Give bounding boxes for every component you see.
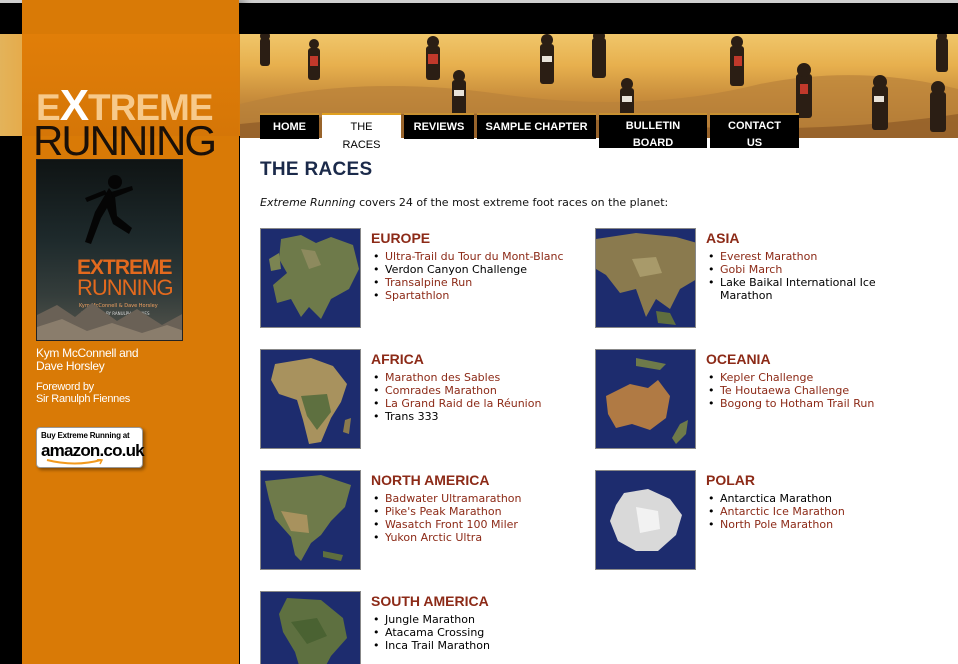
north-america-map-image[interactable] — [260, 470, 361, 570]
race-link[interactable]: Spartathlon — [373, 289, 595, 302]
region-oceania: OCEANIA Kepler Challenge Te Houtaewa Cha… — [595, 349, 925, 451]
race-link[interactable]: Comrades Marathon — [373, 384, 595, 397]
amazon-logo-text: amazon.co.uk — [41, 441, 145, 460]
nav-home[interactable]: HOME — [260, 113, 319, 139]
race-item: Trans 333 — [373, 410, 595, 423]
runner-silhouette-icon — [85, 175, 133, 244]
race-list: Marathon des Sables Comrades Marathon La… — [373, 371, 595, 423]
buy-at-amazon-button[interactable]: Buy Extreme Running at amazon.co.uk — [36, 427, 145, 468]
race-list: Everest Marathon Gobi March Lake Baikal … — [708, 250, 930, 302]
amazon-buy-label: Buy Extreme Running at — [41, 431, 130, 440]
race-link[interactable]: La Grand Raid de la Réunion — [373, 397, 595, 410]
polar-map-image[interactable] — [595, 470, 696, 570]
race-link[interactable]: Marathon des Sables — [373, 371, 595, 384]
book-author-names: Kym McConnell and Dave Horsley — [36, 346, 139, 373]
asia-map-image[interactable] — [595, 228, 696, 328]
race-link[interactable]: Gobi March — [708, 263, 930, 276]
region-south-america: SOUTH AMERICA Jungle Marathon Atacama Cr… — [260, 591, 590, 664]
race-item: Lake Baikal International Ice Marathon — [708, 276, 930, 302]
amazon-smile-icon — [46, 459, 104, 465]
region-title: ASIA — [706, 230, 740, 246]
race-link[interactable]: Pike's Peak Marathon — [373, 505, 595, 518]
race-list: Antarctica Marathon Antarctic Ice Marath… — [708, 492, 930, 531]
nav-the-races[interactable]: THE RACES — [322, 113, 401, 151]
nav-bulletin-board[interactable]: BULLETIN BOARD — [599, 113, 707, 149]
oceania-map-image[interactable] — [595, 349, 696, 449]
race-link[interactable]: Everest Marathon — [708, 250, 930, 263]
region-north-america: NORTH AMERICA Badwater Ultramarathon Pik… — [260, 470, 590, 572]
logo-running-text: RUNNING — [33, 117, 217, 164]
race-link[interactable]: Bogong to Hotham Trail Run — [708, 397, 930, 410]
race-list: Kepler Challenge Te Houtaewa Challenge B… — [708, 371, 930, 410]
race-link[interactable]: Antarctic Ice Marathon — [708, 505, 930, 518]
region-title: POLAR — [706, 472, 755, 488]
race-item: Atacama Crossing — [373, 626, 595, 639]
africa-map-image[interactable] — [260, 349, 361, 449]
race-list: Badwater Ultramarathon Pike's Peak Marat… — [373, 492, 595, 544]
race-list: Ultra-Trail du Tour du Mont-Blanc Verdon… — [373, 250, 595, 302]
race-item: Antarctica Marathon — [708, 492, 930, 505]
race-list: Jungle Marathon Atacama Crossing Inca Tr… — [373, 613, 595, 652]
nav-sample-chapter[interactable]: SAMPLE CHAPTER — [477, 113, 596, 139]
region-title: OCEANIA — [706, 351, 771, 367]
race-item: Jungle Marathon — [373, 613, 595, 626]
race-link[interactable]: Transalpine Run — [373, 276, 595, 289]
foreword-credit: Foreword by Sir Ranulph Fiennes — [36, 381, 130, 405]
region-europe: EUROPE Ultra-Trail du Tour du Mont-Blanc… — [260, 228, 590, 330]
nav-contact-us[interactable]: CONTACT US — [710, 113, 799, 149]
book-cover-image[interactable]: EXTREME RUNNING Kym McConnell & Dave Hor… — [36, 159, 183, 341]
race-item: Verdon Canyon Challenge — [373, 263, 595, 276]
region-africa: AFRICA Marathon des Sables Comrades Mara… — [260, 349, 590, 451]
intro-text: Extreme Running covers 24 of the most ex… — [260, 196, 669, 209]
region-asia: ASIA Everest Marathon Gobi March Lake Ba… — [595, 228, 925, 330]
region-title: AFRICA — [371, 351, 424, 367]
region-title: EUROPE — [371, 230, 431, 246]
race-link[interactable]: Wasatch Front 100 Miler — [373, 518, 595, 531]
race-link[interactable]: Te Houtaewa Challenge — [708, 384, 930, 397]
main-content: THE RACES Extreme Running covers 24 of t… — [240, 138, 958, 664]
europe-map-image[interactable] — [260, 228, 361, 328]
rocks-icon — [37, 303, 182, 340]
site-logo[interactable]: EXTREME RUNNING — [0, 34, 240, 162]
region-polar: POLAR Antarctica Marathon Antarctic Ice … — [595, 470, 925, 572]
race-link[interactable]: Kepler Challenge — [708, 371, 930, 384]
race-link[interactable]: Ultra-Trail du Tour du Mont-Blanc — [373, 250, 595, 263]
race-link[interactable]: North Pole Marathon — [708, 518, 930, 531]
south-america-map-image[interactable] — [260, 591, 361, 664]
nav-reviews[interactable]: REVIEWS — [404, 113, 474, 139]
race-link[interactable]: Yukon Arctic Ultra — [373, 531, 595, 544]
page-title: THE RACES — [260, 159, 373, 180]
region-title: NORTH AMERICA — [371, 472, 490, 488]
region-title: SOUTH AMERICA — [371, 593, 489, 609]
race-link[interactable]: Badwater Ultramarathon — [373, 492, 595, 505]
race-item: Inca Trail Marathon — [373, 639, 595, 652]
